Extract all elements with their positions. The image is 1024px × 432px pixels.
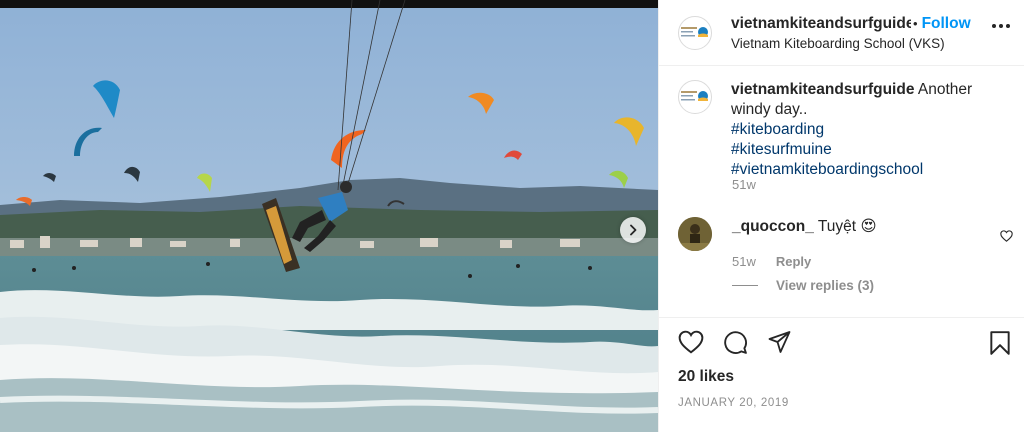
comment-message: Tuyệt (817, 218, 857, 235)
hashtag-link[interactable]: #vietnamkiteboardingschool (731, 160, 1001, 180)
caption-timestamp[interactable]: 51w (732, 177, 756, 192)
like-button[interactable] (678, 330, 704, 359)
bookmark-icon (990, 331, 1010, 355)
action-bar (659, 330, 1024, 360)
share-icon (768, 331, 791, 353)
more-options-button[interactable] (992, 24, 1010, 28)
follow-button[interactable]: Follow (922, 15, 971, 33)
post-photo[interactable] (0, 0, 658, 432)
comments-section[interactable]: vietnamkiteandsurfguide Another windy da… (659, 66, 1024, 318)
hashtag-link[interactable]: #kiteboarding (731, 120, 1001, 140)
commenter-username[interactable]: _quoccon_ (732, 218, 814, 235)
comment-text: _quoccon_ Tuyệt 😍 (732, 217, 877, 251)
share-button[interactable] (767, 330, 792, 359)
post-side-panel: vietnamkiteandsurfguide • Follow Vietnam… (658, 0, 1024, 432)
author-line: vietnamkiteandsurfguide • Follow (731, 15, 981, 33)
replies-divider (732, 285, 758, 286)
view-replies-button[interactable]: View replies (3) (732, 278, 874, 293)
comment-item: _quoccon_ Tuyệt 😍 (678, 217, 1018, 251)
chevron-right-icon (630, 224, 637, 236)
caption-author-avatar[interactable] (678, 80, 712, 114)
heart-eyes-emoji: 😍 (860, 218, 877, 235)
author-avatar[interactable] (678, 15, 712, 50)
comment-button[interactable] (723, 330, 748, 360)
heart-icon (1000, 230, 1013, 242)
vks-logo-icon (681, 26, 708, 37)
save-button[interactable] (989, 330, 1011, 361)
user-photo-icon (678, 217, 712, 251)
hashtag-link[interactable]: #kitesurfmuine (731, 140, 1001, 160)
next-photo-button[interactable] (620, 217, 646, 243)
comment-timestamp[interactable]: 51w (732, 254, 756, 269)
caption-text: vietnamkiteandsurfguide Another windy da… (731, 80, 1001, 180)
likes-count[interactable]: 20 likes (678, 368, 734, 386)
commenter-avatar[interactable] (678, 217, 712, 251)
author-username[interactable]: vietnamkiteandsurfguide (731, 15, 911, 33)
post-location[interactable]: Vietnam Kiteboarding School (VKS) (731, 36, 981, 51)
comment-icon (724, 331, 747, 354)
post-date[interactable]: JANUARY 20, 2019 (678, 397, 789, 409)
heart-icon (678, 330, 704, 354)
post-header: vietnamkiteandsurfguide • Follow Vietnam… (659, 0, 1024, 66)
like-comment-button[interactable] (1000, 229, 1013, 247)
kitesurf-photo (0, 0, 658, 432)
vks-logo-icon (681, 91, 708, 101)
caption-username[interactable]: vietnamkiteandsurfguide (731, 81, 914, 98)
more-options-icon (992, 24, 996, 28)
separator-dot: • (913, 16, 918, 31)
post-header-text: vietnamkiteandsurfguide • Follow Vietnam… (731, 15, 981, 51)
comment-meta: 51w Reply (732, 254, 811, 269)
caption-row: vietnamkiteandsurfguide Another windy da… (678, 80, 1001, 180)
reply-button[interactable]: Reply (776, 254, 811, 269)
view-replies-label: View replies (3) (776, 278, 875, 293)
